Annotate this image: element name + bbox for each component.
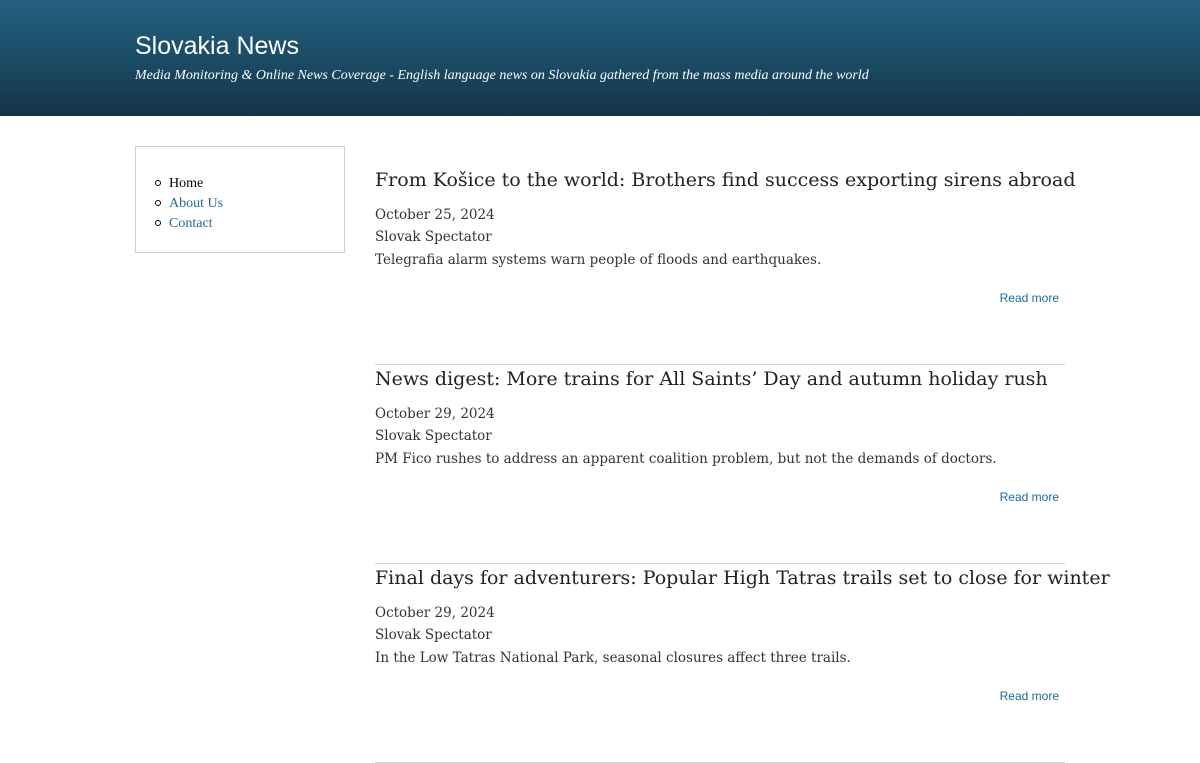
- nav-link-about[interactable]: About Us: [169, 196, 223, 211]
- article-title[interactable]: From Košice to the world: Brothers find …: [375, 166, 1076, 194]
- article-summary: PM Fico rushes to address an apparent co…: [375, 451, 997, 467]
- article-item: Final days for adventurers: Popular High…: [375, 564, 1110, 763]
- read-more-link[interactable]: Read more: [1000, 489, 1059, 505]
- article-title[interactable]: Final days for adventurers: Popular High…: [375, 564, 1110, 592]
- site-header: Slovakia News Media Monitoring & Online …: [0, 0, 1200, 116]
- article-title[interactable]: News digest: More trains for All Saints’…: [375, 365, 1048, 393]
- nav-list: Home About Us Contact: [155, 174, 223, 234]
- article-date: October 25, 2024: [375, 207, 495, 223]
- site-tagline: Media Monitoring & Online News Coverage …: [135, 68, 869, 83]
- article-date: October 29, 2024: [375, 406, 495, 422]
- article-source: Slovak Spectator: [375, 627, 492, 643]
- read-more-link[interactable]: Read more: [1000, 290, 1059, 306]
- bullet-icon: [155, 199, 161, 206]
- article-date: October 29, 2024: [375, 605, 495, 621]
- bullet-icon: [155, 219, 161, 226]
- bullet-icon: [155, 179, 161, 186]
- article-item: News digest: More trains for All Saints’…: [375, 365, 1065, 564]
- nav-item-contact: Contact: [155, 214, 223, 234]
- nav-item-home: Home: [155, 174, 223, 194]
- read-more-link[interactable]: Read more: [1000, 688, 1059, 704]
- article-source: Slovak Spectator: [375, 229, 492, 245]
- article-item: From Košice to the world: Brothers find …: [375, 166, 1076, 365]
- article-summary: In the Low Tatras National Park, seasona…: [375, 650, 851, 666]
- article-source: Slovak Spectator: [375, 428, 492, 444]
- nav-item-about: About Us: [155, 194, 223, 214]
- site-title-link[interactable]: Slovakia News: [135, 31, 299, 61]
- sidebar-nav: Home About Us Contact: [135, 146, 345, 253]
- nav-link-contact[interactable]: Contact: [169, 216, 213, 231]
- article-list: From Košice to the world: Brothers find …: [375, 166, 1110, 763]
- article-summary: Telegrafia alarm systems warn people of …: [375, 252, 822, 268]
- nav-link-home[interactable]: Home: [169, 176, 203, 191]
